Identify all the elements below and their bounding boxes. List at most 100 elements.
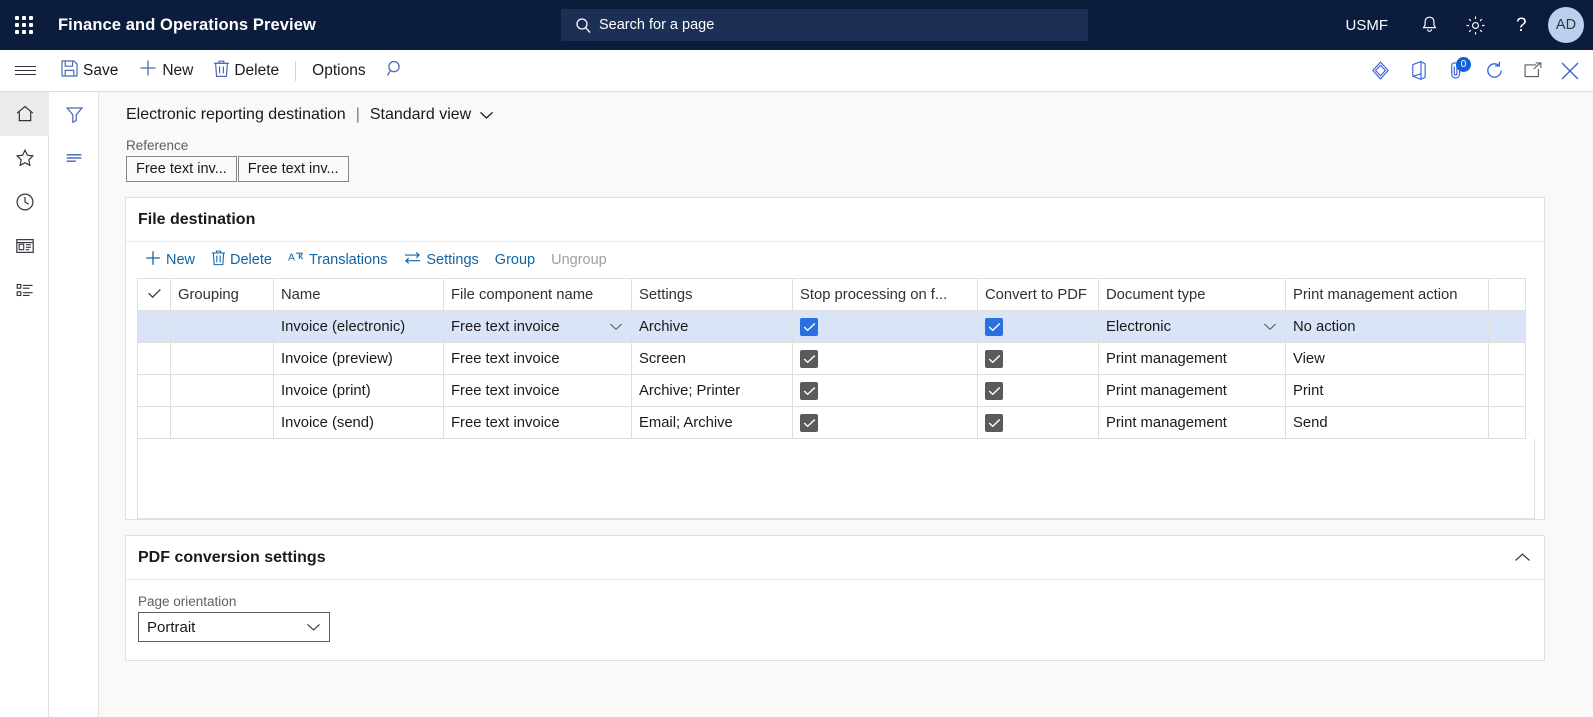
plus-icon (144, 249, 162, 272)
cell-settings[interactable]: Archive; Printer (631, 374, 793, 407)
table-row[interactable]: Invoice (print) Free text invoice Archiv… (137, 374, 1526, 407)
convert-to-pdf-checkbox[interactable] (985, 317, 1003, 336)
cell-file-component-name[interactable]: Free text invoice (443, 374, 632, 407)
cell-settings[interactable]: Archive (631, 310, 793, 343)
column-header-grouping[interactable]: Grouping (170, 278, 274, 311)
settings-gear-icon[interactable] (1452, 0, 1498, 50)
select-all-column-header[interactable] (137, 278, 171, 311)
cell-document-type[interactable]: Electronic (1098, 310, 1286, 343)
column-header-file-component-name[interactable]: File component name (443, 278, 632, 311)
top-right-controls: USMF ? AD (1346, 0, 1593, 50)
cell-name[interactable]: Invoice (electronic) (273, 310, 444, 343)
grid-delete-button[interactable]: Delete (203, 245, 280, 275)
stop-processing-checkbox[interactable] (800, 349, 818, 368)
open-in-new-window-icon[interactable] (1513, 50, 1551, 91)
cell-print-management-action[interactable]: View (1285, 342, 1489, 375)
row-select-cell[interactable] (137, 310, 171, 343)
cell-stop-processing[interactable] (792, 310, 978, 343)
column-header-stop-processing[interactable]: Stop processing on f... (792, 278, 978, 311)
table-row[interactable]: Invoice (preview) Free text invoice Scre… (137, 342, 1526, 375)
chevron-down-icon[interactable] (609, 322, 623, 331)
reference-chip[interactable]: Free text inv... (237, 156, 349, 182)
new-button[interactable]: New (128, 50, 203, 91)
column-header-convert-to-pdf[interactable]: Convert to PDF (977, 278, 1099, 311)
cell-settings[interactable]: Screen (631, 342, 793, 375)
sidebar-item-workspaces[interactable] (0, 224, 49, 268)
cell-print-management-action[interactable]: Send (1285, 406, 1489, 439)
table-row[interactable]: Invoice (electronic) Free text invoice A… (137, 310, 1526, 343)
convert-to-pdf-checkbox[interactable] (985, 381, 1003, 400)
convert-to-pdf-checkbox[interactable] (985, 413, 1003, 432)
column-header-print-management-action[interactable]: Print management action (1285, 278, 1489, 311)
grid-group-button[interactable]: Group (487, 245, 543, 275)
cell-document-type[interactable]: Print management (1098, 374, 1286, 407)
cell-grouping[interactable] (170, 342, 274, 375)
help-question-icon[interactable]: ? (1498, 0, 1544, 50)
grid-translations-button[interactable]: A Translations (280, 245, 395, 275)
cell-convert-to-pdf[interactable] (977, 374, 1099, 407)
reference-label: Reference (126, 138, 189, 153)
page-orientation-select[interactable]: Portrait (138, 612, 330, 642)
row-select-cell[interactable] (137, 374, 171, 407)
column-header-name[interactable]: Name (273, 278, 444, 311)
refresh-icon[interactable] (1475, 50, 1513, 91)
stop-processing-checkbox[interactable] (800, 317, 818, 336)
options-button[interactable]: Options (302, 50, 375, 91)
nav-toggle-hamburger-icon[interactable] (0, 50, 50, 91)
cell-convert-to-pdf[interactable] (977, 406, 1099, 439)
delete-button[interactable]: Delete (203, 50, 289, 91)
stop-processing-checkbox[interactable] (800, 381, 818, 400)
view-selector[interactable]: Standard view (370, 106, 494, 124)
row-select-cell[interactable] (137, 406, 171, 439)
cell-name[interactable]: Invoice (send) (273, 406, 444, 439)
waffle-icon[interactable] (0, 0, 48, 50)
filter-funnel-icon[interactable] (49, 92, 99, 136)
cell-document-type[interactable]: Print management (1098, 342, 1286, 375)
cell-stop-processing[interactable] (792, 374, 978, 407)
table-row[interactable]: Invoice (send) Free text invoice Email; … (137, 406, 1526, 439)
cell-print-management-action[interactable]: No action (1285, 310, 1489, 343)
convert-to-pdf-checkbox[interactable] (985, 349, 1003, 368)
avatar[interactable]: AD (1548, 7, 1584, 43)
notification-bell-icon[interactable] (1406, 0, 1452, 50)
cell-file-component-name[interactable]: Free text invoice (443, 310, 632, 343)
reference-chip[interactable]: Free text inv... (126, 156, 237, 182)
grid-new-button[interactable]: New (136, 245, 203, 275)
power-apps-icon[interactable] (1361, 50, 1399, 91)
cell-grouping[interactable] (170, 310, 274, 343)
save-button[interactable]: Save (50, 50, 128, 91)
cell-print-management-action[interactable]: Print (1285, 374, 1489, 407)
chevron-up-icon[interactable] (1500, 536, 1544, 580)
close-icon[interactable] (1551, 50, 1589, 91)
grid-header-row: Grouping Name File component name Settin… (137, 278, 1526, 311)
cell-stop-processing[interactable] (792, 406, 978, 439)
sidebar-item-modules[interactable] (0, 268, 49, 312)
cell-grouping[interactable] (170, 406, 274, 439)
grid-settings-button[interactable]: Settings (395, 245, 486, 275)
sidebar-item-favorites[interactable] (0, 136, 49, 180)
sidebar-item-recent[interactable] (0, 180, 49, 224)
cell-name[interactable]: Invoice (preview) (273, 342, 444, 375)
column-header-settings[interactable]: Settings (631, 278, 793, 311)
attachments-icon[interactable]: 0 (1437, 50, 1475, 91)
cell-document-type[interactable]: Print management (1098, 406, 1286, 439)
chevron-down-icon[interactable] (1263, 322, 1277, 331)
cell-convert-to-pdf[interactable] (977, 310, 1099, 343)
cell-file-component-name[interactable]: Free text invoice (443, 342, 632, 375)
cell-stop-processing[interactable] (792, 342, 978, 375)
cell-convert-to-pdf[interactable] (977, 342, 1099, 375)
company-selector[interactable]: USMF (1346, 17, 1389, 34)
office-icon[interactable] (1399, 50, 1437, 91)
pdf-settings-panel-header[interactable]: PDF conversion settings (126, 536, 1544, 580)
cell-grouping[interactable] (170, 374, 274, 407)
column-header-document-type[interactable]: Document type (1098, 278, 1286, 311)
stop-processing-checkbox[interactable] (800, 413, 818, 432)
sidebar-item-home[interactable] (0, 92, 49, 136)
cell-file-component-name[interactable]: Free text invoice (443, 406, 632, 439)
lines-icon[interactable] (49, 136, 99, 180)
row-select-cell[interactable] (137, 342, 171, 375)
search-input[interactable]: Search for a page (561, 9, 1088, 41)
grid-search-button[interactable] (376, 50, 415, 91)
cell-settings[interactable]: Email; Archive (631, 406, 793, 439)
cell-name[interactable]: Invoice (print) (273, 374, 444, 407)
